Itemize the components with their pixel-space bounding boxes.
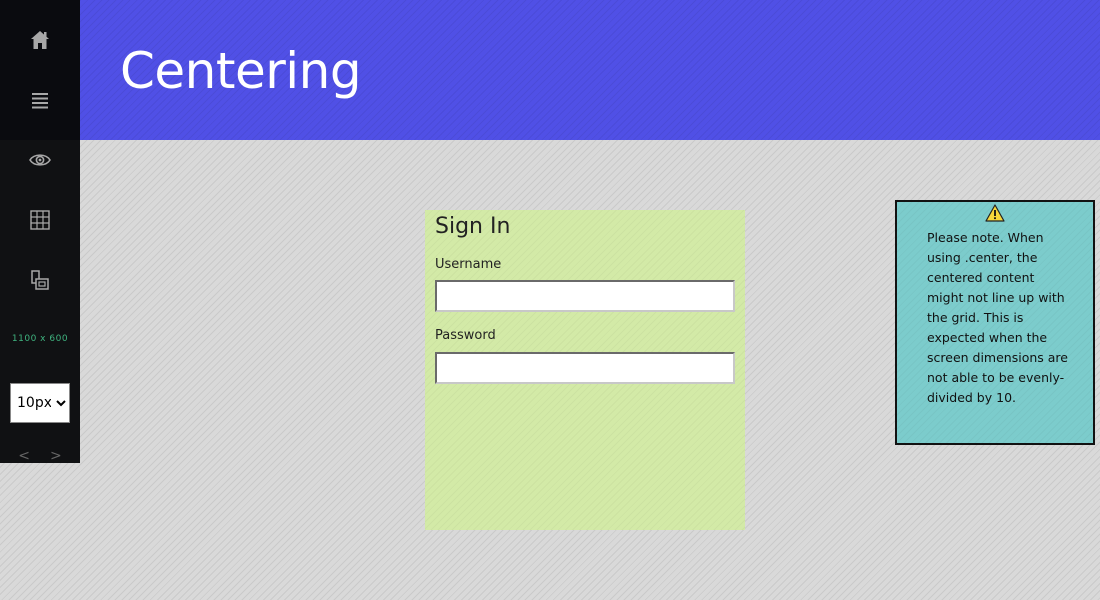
- grid-icon: [30, 210, 50, 230]
- note-panel: Please note. When using .center, the cen…: [895, 200, 1095, 445]
- password-input[interactable]: [435, 352, 735, 384]
- layout-button[interactable]: [0, 250, 80, 310]
- grid-size-select[interactable]: 10px: [10, 383, 70, 423]
- note-text: Please note. When using .center, the cen…: [927, 230, 1068, 405]
- layout-icon: [31, 270, 49, 290]
- password-label: Password: [435, 328, 496, 343]
- hamburger-menu-icon: [32, 93, 48, 109]
- next-arrow-button[interactable]: >: [50, 448, 62, 464]
- view-toggle-button[interactable]: [0, 130, 80, 190]
- warning-icon: [985, 204, 1005, 222]
- eye-icon: [29, 154, 51, 166]
- previous-arrow-button[interactable]: <: [18, 448, 30, 464]
- page-header: Centering: [80, 0, 1100, 140]
- grid-toggle-button[interactable]: [0, 190, 80, 250]
- home-icon: [31, 31, 49, 49]
- sign-in-title: Sign In: [435, 214, 511, 239]
- page-title: Centering: [120, 42, 362, 100]
- toolbar-nav-arrows: < >: [0, 448, 80, 464]
- username-input[interactable]: [435, 280, 735, 312]
- toolbar: 1100 x 600 10px < >: [0, 0, 80, 464]
- sign-in-panel: Sign In Username Password: [425, 210, 745, 530]
- home-button[interactable]: [0, 10, 80, 70]
- screen-dimensions-label: 1100 x 600: [11, 334, 69, 344]
- username-label: Username: [435, 257, 502, 272]
- menu-button[interactable]: [0, 70, 80, 130]
